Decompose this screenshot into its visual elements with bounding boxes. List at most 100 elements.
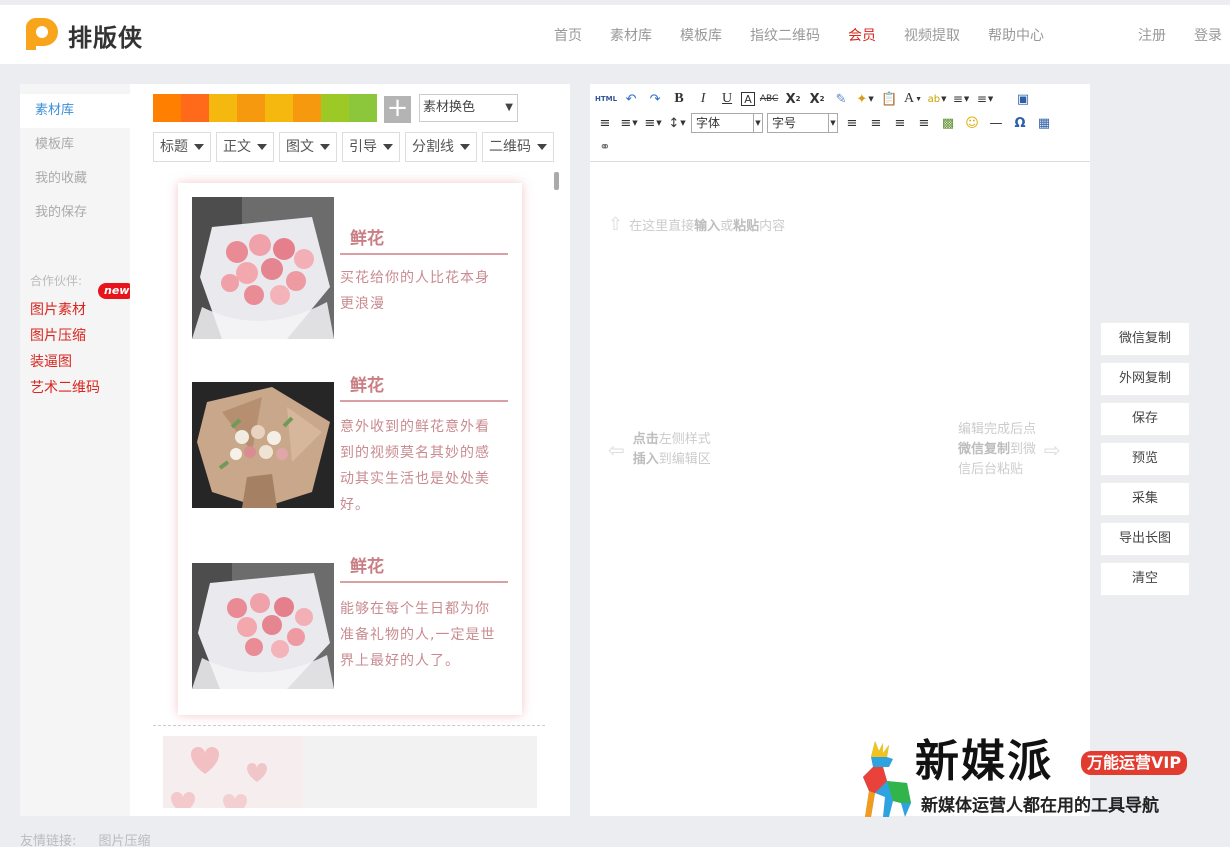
material-color-select[interactable]: 素材换色 ▼ xyxy=(419,94,518,122)
sidebar-item-templates[interactable]: 模板库 xyxy=(20,128,130,162)
preview-icon[interactable]: ▣ xyxy=(1013,89,1033,109)
nav-vip[interactable]: 会员 xyxy=(848,25,876,45)
font-family-select[interactable]: 字体 ▼ xyxy=(691,113,763,133)
undo-icon[interactable]: ↶ xyxy=(621,89,641,109)
line-height-icon[interactable]: ↕ ▼ xyxy=(667,113,687,133)
export-long-image-button[interactable]: 导出长图 xyxy=(1100,522,1190,556)
indent-icon[interactable]: ≡ xyxy=(595,113,615,133)
paragraph-spacing-icon[interactable]: ≡ ▼ xyxy=(619,113,639,133)
unordered-list-icon[interactable]: ≡ ▼ xyxy=(975,89,995,109)
font-size-select[interactable]: 字号 ▼ xyxy=(767,113,838,133)
underline-icon[interactable]: U xyxy=(717,89,737,109)
list-item[interactable]: 鲜花 能够在每个生日都为你准备礼物的人,一定是世界上最好的人了。 xyxy=(192,557,510,713)
nav-templates[interactable]: 模板库 xyxy=(680,25,722,45)
list-item[interactable]: 鲜花 买花给你的人比花本身更浪漫 xyxy=(192,197,510,347)
filter-title[interactable]: 标题 xyxy=(153,132,211,162)
scrollbar[interactable] xyxy=(554,172,559,190)
footer-link-image-compress[interactable]: 图片压缩 xyxy=(99,834,151,847)
eraser-icon[interactable]: ✎ xyxy=(831,89,851,109)
highlight-icon[interactable]: ab ▼ xyxy=(927,89,947,109)
hint-text: 信后台粘贴 xyxy=(958,462,1024,477)
filter-divider[interactable]: 分割线 xyxy=(405,132,477,162)
ordered-list-icon[interactable]: ≡ ▼ xyxy=(951,89,971,109)
deer-logo-icon xyxy=(863,741,911,817)
watermark-vip-badge: 万能运营VIP xyxy=(1081,751,1188,775)
preview-button[interactable]: 预览 xyxy=(1100,442,1190,476)
link-icon[interactable]: ⚭ xyxy=(595,137,615,157)
bouquet-image xyxy=(192,197,334,339)
material-color-select-value: 素材换色 xyxy=(423,100,476,115)
add-color-button[interactable]: + xyxy=(384,95,411,123)
filter-label: 分割线 xyxy=(412,139,454,155)
list-item[interactable] xyxy=(163,736,537,808)
superscript-icon[interactable]: X2 xyxy=(783,89,803,109)
login-link[interactable]: 登录 xyxy=(1194,25,1222,45)
nav-video-extract[interactable]: 视频提取 xyxy=(904,25,960,45)
sidebar-item-materials[interactable]: 素材库 xyxy=(20,94,130,128)
list-item[interactable]: 鲜花 意外收到的鲜花意外看到的视频莫名其妙的感动其实生活也是处处美好。 xyxy=(192,376,510,532)
font-color-icon[interactable]: A ▼ xyxy=(903,89,923,109)
color-swatch[interactable] xyxy=(321,94,349,122)
table-icon[interactable]: ▦ xyxy=(1034,113,1054,133)
filter-label: 标题 xyxy=(160,139,188,155)
redo-icon[interactable]: ↷ xyxy=(645,89,665,109)
material-title: 鲜花 xyxy=(340,553,508,583)
filter-guide[interactable]: 引导 xyxy=(342,132,400,162)
filter-qrcode[interactable]: 二维码 xyxy=(482,132,554,162)
partner-image-materials[interactable]: 图片素材 new xyxy=(20,283,136,323)
color-swatch[interactable] xyxy=(265,94,293,122)
insert-image-icon[interactable]: ▩ xyxy=(938,113,958,133)
color-swatch[interactable] xyxy=(237,94,265,122)
color-swatch[interactable] xyxy=(209,94,237,122)
partner-image-compress[interactable]: 图片压缩 xyxy=(20,323,130,349)
sidebar-item-favorites[interactable]: 我的收藏 xyxy=(20,162,130,196)
save-button[interactable]: 保存 xyxy=(1100,402,1190,436)
nav-home[interactable]: 首页 xyxy=(554,25,582,45)
bold-icon[interactable]: B xyxy=(669,89,689,109)
external-copy-button[interactable]: 外网复制 xyxy=(1100,362,1190,396)
bouquet-image xyxy=(192,563,334,689)
editor-toolbar: HTML ↶ ↷ B I U A ABC X2 X2 ✎ ✦ ▼ 📋 A ▼ ab ▼… xyxy=(590,84,1090,162)
magic-wand-icon[interactable]: ✦ ▼ xyxy=(855,89,875,109)
filter-body[interactable]: 正文 xyxy=(216,132,274,162)
collect-button[interactable]: 采集 xyxy=(1100,482,1190,516)
filter-image-text[interactable]: 图文 xyxy=(279,132,337,162)
color-swatch[interactable] xyxy=(181,94,209,122)
arrow-up-icon: ⇧ xyxy=(608,214,624,235)
sidebar: 素材库 模板库 我的收藏 我的保存 合作伙伴: 图片素材 new 图片压缩 装逼… xyxy=(20,84,136,816)
subscript-icon[interactable]: X2 xyxy=(807,89,827,109)
logo[interactable]: 排版侠 xyxy=(22,16,143,54)
filter-label: 引导 xyxy=(349,139,377,155)
align-center-icon[interactable]: ≡ xyxy=(866,113,886,133)
partner-meme-image[interactable]: 装逼图 xyxy=(20,349,130,375)
strikethrough-icon[interactable]: ABC xyxy=(759,89,779,109)
clear-button[interactable]: 清空 xyxy=(1100,562,1190,596)
color-swatch[interactable] xyxy=(153,94,181,122)
register-link[interactable]: 注册 xyxy=(1138,25,1166,45)
color-swatch[interactable] xyxy=(349,94,377,122)
align-right-icon[interactable]: ≡ xyxy=(890,113,910,133)
horizontal-rule-icon[interactable]: — xyxy=(986,113,1006,133)
paste-icon[interactable]: 📋 xyxy=(879,89,899,109)
material-list[interactable]: 鲜花 买花给你的人比花本身更浪漫 鲜花 意外收到的鲜花意外看到的视频莫名其妙的感… xyxy=(178,183,522,715)
caret-down-icon xyxy=(383,144,393,150)
bouquet-image xyxy=(192,382,334,508)
partner-art-qrcode[interactable]: 艺术二维码 xyxy=(20,375,130,401)
chevron-down-icon: ▼ xyxy=(753,114,762,132)
emoji-icon[interactable]: ☺ xyxy=(962,113,982,133)
nav-fingerprint-qrcode[interactable]: 指纹二维码 xyxy=(750,25,820,45)
nav-materials[interactable]: 素材库 xyxy=(610,25,652,45)
align-justify-icon[interactable]: ≡ xyxy=(914,113,934,133)
sidebar-item-saved[interactable]: 我的保存 xyxy=(20,196,130,230)
html-source-button[interactable]: HTML xyxy=(595,89,617,109)
font-family-select-value: 字体 xyxy=(696,116,721,130)
nav-help[interactable]: 帮助中心 xyxy=(988,25,1044,45)
line-spacing-below-icon[interactable]: ≡ ▼ xyxy=(643,113,663,133)
font-border-icon[interactable]: A xyxy=(741,92,756,106)
align-left-icon[interactable]: ≡ xyxy=(842,113,862,133)
italic-icon[interactable]: I xyxy=(693,89,713,109)
wechat-copy-button[interactable]: 微信复制 xyxy=(1100,322,1190,356)
special-char-icon[interactable]: Ω xyxy=(1010,113,1030,133)
color-swatch[interactable] xyxy=(293,94,321,122)
editor-hint-input: ⇧ 在这里直接 输入或粘贴 内容 xyxy=(608,214,785,235)
